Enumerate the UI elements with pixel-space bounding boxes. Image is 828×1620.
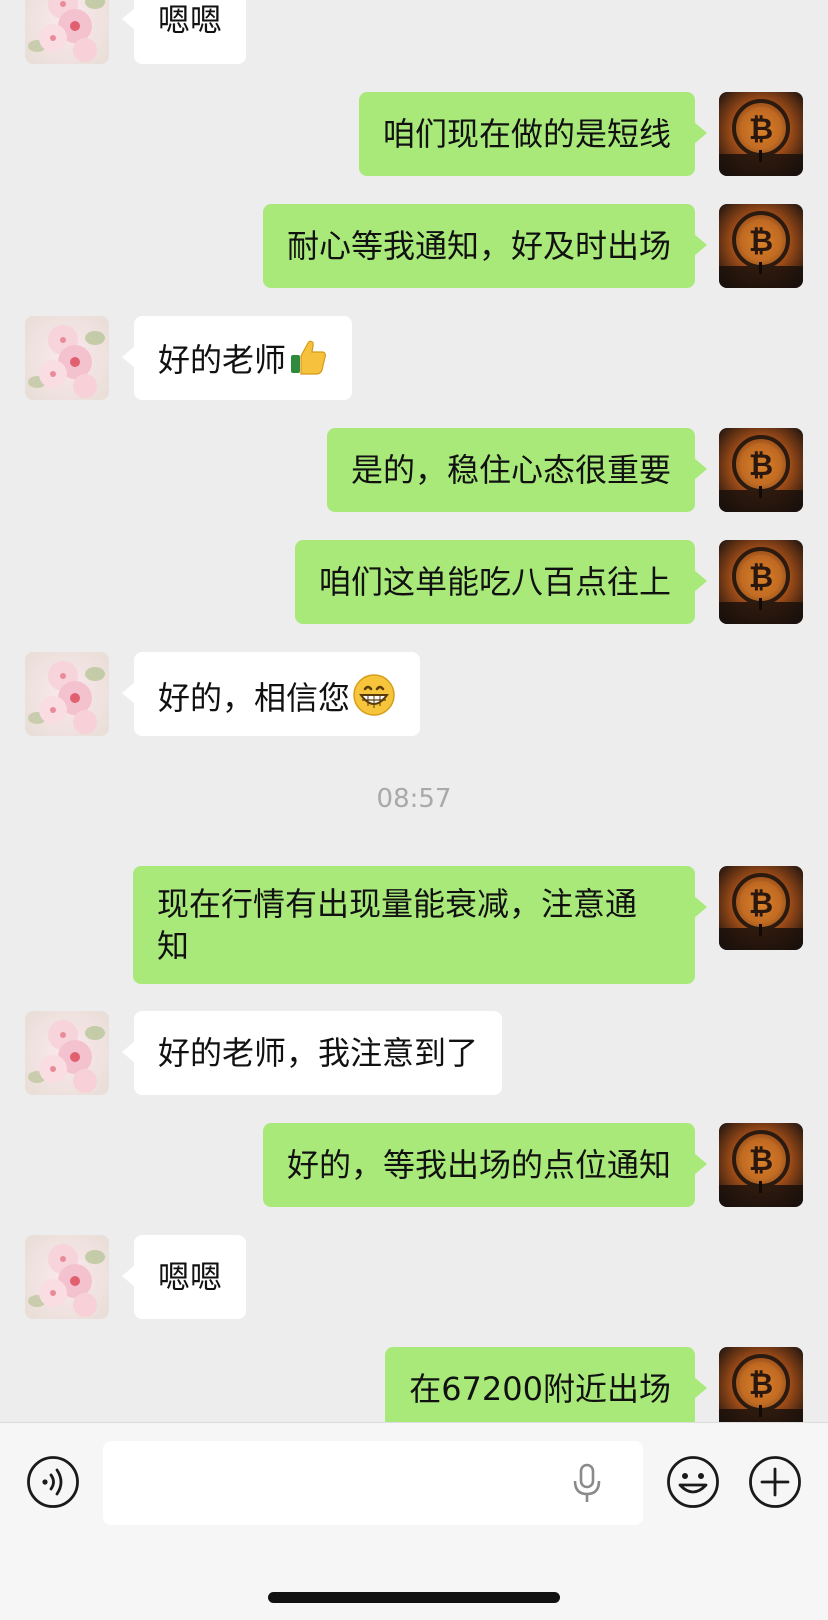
contact-avatar[interactable] — [25, 1235, 109, 1319]
plus-icon[interactable] — [748, 1455, 802, 1513]
input-bar — [0, 1422, 828, 1620]
message-timestamp: 08:57 — [376, 784, 452, 814]
self-avatar[interactable] — [719, 540, 803, 624]
message-input[interactable] — [103, 1441, 643, 1525]
self-avatar[interactable] — [719, 204, 803, 288]
message-bubble[interactable]: 咱们这单能吃八百点往上 — [294, 540, 708, 624]
message-text: 是的，稳住心态很重要 — [350, 451, 671, 489]
message-bubble[interactable]: 嗯嗯 — [121, 0, 247, 64]
voice-icon[interactable] — [26, 1455, 80, 1513]
message-text: 嗯嗯 — [158, 1258, 223, 1296]
message-bubble[interactable]: 好的老师，我注意到了 — [121, 1011, 503, 1095]
message-bubble[interactable]: 好的，相信您 — [121, 652, 421, 736]
message-text: 好的，相信您 — [158, 679, 351, 717]
contact-avatar[interactable] — [25, 652, 109, 736]
message-text: 好的，等我出场的点位通知 — [286, 1146, 671, 1184]
emoji-icon[interactable] — [666, 1455, 720, 1513]
message-bubble[interactable]: 好的，等我出场的点位通知 — [262, 1123, 708, 1207]
message-bubble[interactable]: 好的老师 — [121, 316, 353, 400]
message-bubble[interactable]: 嗯嗯 — [121, 1235, 247, 1319]
thumbs-up-icon — [288, 337, 328, 387]
self-avatar[interactable] — [719, 866, 803, 950]
message-text: 咱们现在做的是短线 — [382, 115, 671, 153]
self-avatar[interactable] — [719, 92, 803, 176]
contact-avatar[interactable] — [25, 1011, 109, 1095]
microphone-icon[interactable] — [571, 1463, 603, 1509]
self-avatar[interactable] — [719, 1123, 803, 1207]
message-bubble[interactable]: 在67200附近出场 — [385, 1347, 707, 1422]
message-text: 在67200附近出场 — [409, 1370, 671, 1408]
message-text: 嗯嗯 — [158, 1, 223, 39]
grinning-face-icon — [352, 673, 396, 727]
message-text-line: 知 — [157, 927, 190, 965]
self-avatar[interactable] — [719, 1347, 803, 1422]
home-indicator[interactable] — [268, 1592, 560, 1603]
message-text-line: 现在行情有出现量能衰减，注意通 — [157, 885, 638, 923]
message-text: 好的老师 — [158, 341, 287, 379]
message-bubble[interactable]: 耐心等我通知，好及时出场 — [262, 204, 708, 288]
message-text: 好的老师，我注意到了 — [158, 1034, 479, 1072]
contact-avatar[interactable] — [25, 0, 109, 64]
message-bubble[interactable]: 咱们现在做的是短线 — [358, 92, 708, 176]
message-bubble[interactable]: 是的，稳住心态很重要 — [326, 428, 708, 512]
message-bubble[interactable]: 现在行情有出现量能衰减，注意通 知 — [133, 866, 707, 984]
chat-area[interactable]: 嗯嗯 咱们现在做的是短线 耐心等我通知，好及时出场 好的老师 是的，稳住心态很重… — [0, 0, 828, 1422]
message-text: 耐心等我通知，好及时出场 — [286, 227, 671, 265]
contact-avatar[interactable] — [25, 316, 109, 400]
self-avatar[interactable] — [719, 428, 803, 512]
message-text: 咱们这单能吃八百点往上 — [318, 563, 671, 601]
